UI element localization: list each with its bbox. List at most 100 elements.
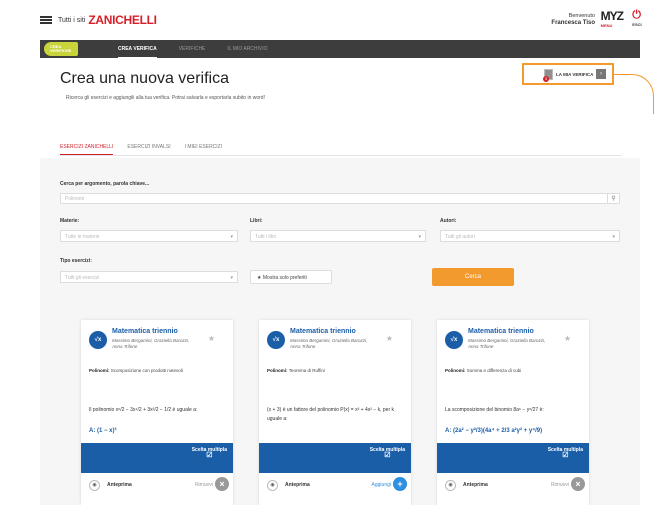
card-topic: Polinomi: Scomposizione con prodotti not… <box>89 368 183 373</box>
topic-key: Polinomi <box>445 368 464 373</box>
card-authors: Massimo Bergamini, Graziella Barozzi, An… <box>290 338 368 349</box>
card-action-label[interactable]: Rimuovi <box>195 482 213 488</box>
count-badge: 3 <box>543 75 549 82</box>
math-subject-icon: √x <box>445 331 463 349</box>
card-footer: ◉ Anteprima Rimuovi × <box>81 473 233 498</box>
myz-logo: MYZ <box>600 9 624 23</box>
my-test-button[interactable]: 3 LA MIA VERIFICA › <box>522 63 614 85</box>
card-question: La scomposizione del binomio 8a⁶ − y⁶/27… <box>445 407 544 413</box>
chevron-down-icon: ▾ <box>418 234 421 240</box>
page: Tutti i siti ZANICHELLI Benvenuto France… <box>0 0 663 505</box>
card-answer: A: (2a² − y²/3)(4a⁴ + 2/3 a²y² + y⁴/9) <box>445 428 543 434</box>
card-header: √x Matematica triennio Massimo Bergamini… <box>267 327 407 357</box>
exercise-type: Scelta multipla ☑ <box>192 447 227 459</box>
search-value: Polinomi <box>65 196 85 202</box>
chevron-down-icon: ▾ <box>612 234 615 240</box>
logout-icon: ⏻ <box>632 9 641 21</box>
preview-link[interactable]: Anteprima <box>107 482 132 488</box>
card-answer: A: (1 − x)³ <box>89 428 117 434</box>
card-subject: Matematica triennio <box>468 328 534 335</box>
exercise-type: Scelta multipla ☑ <box>548 447 583 459</box>
nav-verifiche[interactable]: VERIFICHE <box>179 41 206 58</box>
add-icon[interactable]: + <box>393 477 407 491</box>
hamburger-icon[interactable] <box>40 16 52 24</box>
checklist-icon: ☑ <box>384 452 391 459</box>
tab-esercizi-zanichelli[interactable]: ESERCIZI ZANICHELLI <box>60 142 114 155</box>
topic-value: Scomposizione con prodotti notevoli <box>110 368 183 373</box>
libri-label: Libri: <box>250 218 263 224</box>
tab-esercizi-invalsi[interactable]: ESERCIZI INVALSI <box>127 142 170 155</box>
top-bar: Tutti i siti ZANICHELLI <box>40 0 640 40</box>
arrow-right-icon[interactable]: › <box>596 69 606 79</box>
card-type-band: Scelta multipla ☑ <box>437 443 589 473</box>
crea-verifiche-logo[interactable]: CREA VERIFICHE <box>44 42 78 56</box>
autori-select[interactable]: Tutti gli autori ▾ <box>440 230 620 242</box>
libri-select[interactable]: Tutti i libri ▾ <box>250 230 426 242</box>
page-subtitle: Ricerca gli esercizi e aggiungili alla t… <box>66 95 265 101</box>
brand-logo[interactable]: ZANICHELLI <box>88 13 157 27</box>
search-icon[interactable]: ⚲ <box>607 194 619 204</box>
preview-link[interactable]: Anteprima <box>463 482 488 488</box>
card-question: Il polinomio x⁶/2 − 3x⁴/2 + 3x²/2 − 1/2 … <box>89 407 198 413</box>
search-label: Cerca per argomento, parola chiave... <box>60 181 150 187</box>
favorite-star-icon[interactable]: ★ <box>564 334 571 343</box>
autori-label: Autori: <box>440 218 457 224</box>
exit-label: ESCI <box>632 22 642 27</box>
materie-value: Tutte le materie <box>65 234 100 240</box>
math-subject-icon: √x <box>89 331 107 349</box>
welcome-text: Benvenuto <box>568 13 595 19</box>
remove-icon[interactable]: × <box>571 477 585 491</box>
exercise-type: Scelta multipla ☑ <box>370 447 405 459</box>
nav-bar: CREA VERIFICHE CREA VERIFICA VERIFICHE IL… <box>40 40 640 58</box>
remove-icon[interactable]: × <box>215 477 229 491</box>
main-nav: CREA VERIFICA VERIFICHE IL MIO ARCHIVIO <box>118 41 290 58</box>
topic-key: Polinomi <box>89 368 108 373</box>
document-icon: 3 <box>543 68 553 82</box>
libri-value: Tutti i libri <box>255 234 277 240</box>
card-authors: Massimo Bergamini, Graziella Barozzi, An… <box>468 338 546 349</box>
topic-key: Polinomi <box>267 368 286 373</box>
preferiti-label: Mostra solo preferiti <box>262 275 307 281</box>
nav-archivio[interactable]: IL MIO ARCHIVIO <box>227 41 267 58</box>
myz-menu-button[interactable]: MYZ MENU <box>600 9 624 28</box>
tab-miei-esercizi[interactable]: I MIEI ESERCIZI <box>185 142 223 155</box>
card-footer: ◉ Anteprima Rimuovi × <box>437 473 589 498</box>
preview-link[interactable]: Anteprima <box>285 482 310 488</box>
card-subject: Matematica triennio <box>112 328 178 335</box>
favorite-star-icon[interactable]: ★ <box>386 334 393 343</box>
tipo-value: Tutti gli esercizi <box>65 275 100 281</box>
eye-icon[interactable]: ◉ <box>267 480 278 491</box>
welcome-block: Benvenuto Francesca Tiso <box>551 13 595 27</box>
nav-crea-verifica[interactable]: CREA VERIFICA <box>118 41 157 58</box>
all-sites-link[interactable]: Tutti i siti <box>58 17 85 24</box>
logo-line2: VERIFICHE <box>50 48 72 53</box>
card-action-label[interactable]: Rimuovi <box>551 482 569 488</box>
search-input[interactable]: Polinomi ⚲ <box>60 193 620 204</box>
favorite-star-icon[interactable]: ★ <box>208 334 215 343</box>
card-subject: Matematica triennio <box>290 328 356 335</box>
topic-value: Teorema di Ruffini <box>288 368 325 373</box>
preferiti-toggle[interactable]: ★ Mostra solo preferiti <box>250 270 332 284</box>
chevron-down-icon: ▾ <box>230 234 233 240</box>
card-footer: ◉ Anteprima Aggiungi + <box>259 473 411 498</box>
checklist-icon: ☑ <box>206 452 213 459</box>
exit-button[interactable]: ⏻ ESCI <box>632 9 641 27</box>
card-action-label[interactable]: Aggiungi <box>372 482 391 488</box>
tipo-label: Tipo esercizi: <box>60 258 92 264</box>
card-header: √x Matematica triennio Massimo Bergamini… <box>89 327 229 357</box>
eye-icon[interactable]: ◉ <box>89 480 100 491</box>
my-test-label: LA MIA VERIFICA <box>556 71 594 77</box>
search-button[interactable]: Cerca <box>432 268 514 286</box>
materie-select[interactable]: Tutte le materie ▾ <box>60 230 238 242</box>
topic-value: Somma e differenza di cubi <box>466 368 522 373</box>
card-topic: Polinomi: Teorema di Ruffini <box>267 368 325 373</box>
highlight-callout-line <box>614 74 654 114</box>
page-title: Crea una nuova verifica <box>60 70 229 87</box>
eye-icon[interactable]: ◉ <box>445 480 456 491</box>
exercise-tabs: ESERCIZI ZANICHELLI ESERCIZI INVALSI I M… <box>60 142 622 156</box>
materie-label: Materie: <box>60 218 80 224</box>
exercise-card: √x Matematica triennio Massimo Bergamini… <box>437 320 589 505</box>
card-type-band: Scelta multipla ☑ <box>81 443 233 473</box>
tipo-select[interactable]: Tutti gli esercizi ▾ <box>60 271 238 283</box>
autori-value: Tutti gli autori <box>445 234 475 240</box>
